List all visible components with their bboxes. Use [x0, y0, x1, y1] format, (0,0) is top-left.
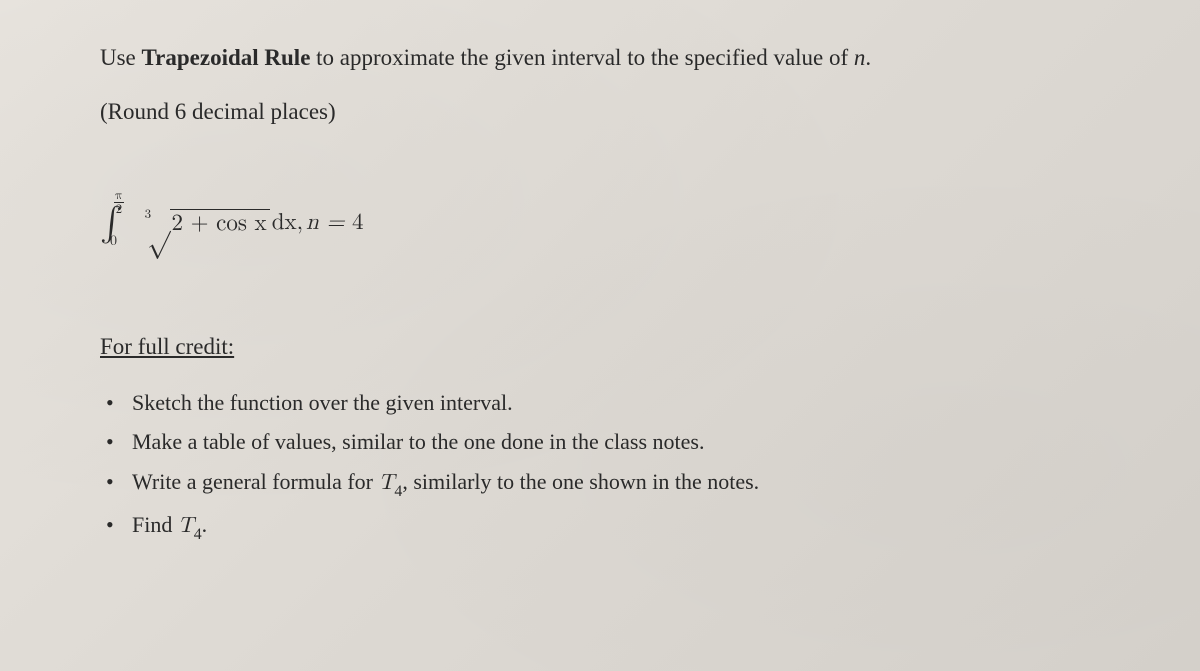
bullet-text-post: , similarly to the one shown in the note… — [402, 469, 759, 494]
int-upper-num: π — [114, 189, 124, 203]
int-upper-den: 2 — [114, 203, 124, 216]
radical-symbol: √ — [147, 207, 170, 241]
bullet-text-pre: Write a general formula for — [132, 469, 379, 494]
credit-header: For full credit: — [100, 334, 1110, 360]
bullet-text: Make a table of values, similar to the o… — [132, 429, 704, 454]
dx: dx, — [272, 209, 303, 237]
intro-var: n — [854, 45, 866, 70]
int-upper-limit: π 2 — [114, 189, 124, 216]
math-sub: 4 — [194, 526, 202, 543]
integral-expression: ∫ π 2 0 3 √ 2 + cos x dx, n = 4 — [100, 203, 1110, 244]
int-lower-limit: 0 — [110, 233, 117, 250]
bullet-text: Sketch the function over the given inter… — [132, 390, 513, 415]
math-t: T — [178, 515, 194, 537]
intro-suffix: . — [865, 45, 871, 70]
bullet-text-post: . — [202, 512, 208, 537]
bullet-text-pre: Find — [132, 512, 178, 537]
intro-bold: Trapezoidal Rule — [142, 45, 311, 70]
list-item: Find T4. — [100, 506, 1110, 547]
round-note: (Round 6 decimal places) — [100, 99, 1110, 125]
n-label: n = — [306, 211, 352, 234]
intro-middle: to approximate the given interval to the… — [310, 45, 854, 70]
list-item: Make a table of values, similar to the o… — [100, 423, 1110, 460]
bullet-list: Sketch the function over the given inter… — [100, 384, 1110, 547]
list-item: Write a general formula for T4, similarl… — [100, 463, 1110, 504]
intro-text: Use Trapezoidal Rule to approximate the … — [100, 40, 1110, 77]
math-t: T — [379, 472, 395, 494]
integral-symbol: ∫ π 2 0 — [100, 203, 123, 244]
radicand: 2 + cos x — [170, 209, 269, 238]
n-equals: n = 4 — [306, 209, 363, 237]
n-value-num: 4 — [352, 211, 364, 234]
list-item: Sketch the function over the given inter… — [100, 384, 1110, 421]
math-sub: 4 — [394, 483, 402, 500]
intro-prefix: Use — [100, 45, 142, 70]
cube-root: 3 √ 2 + cos x — [145, 206, 270, 240]
